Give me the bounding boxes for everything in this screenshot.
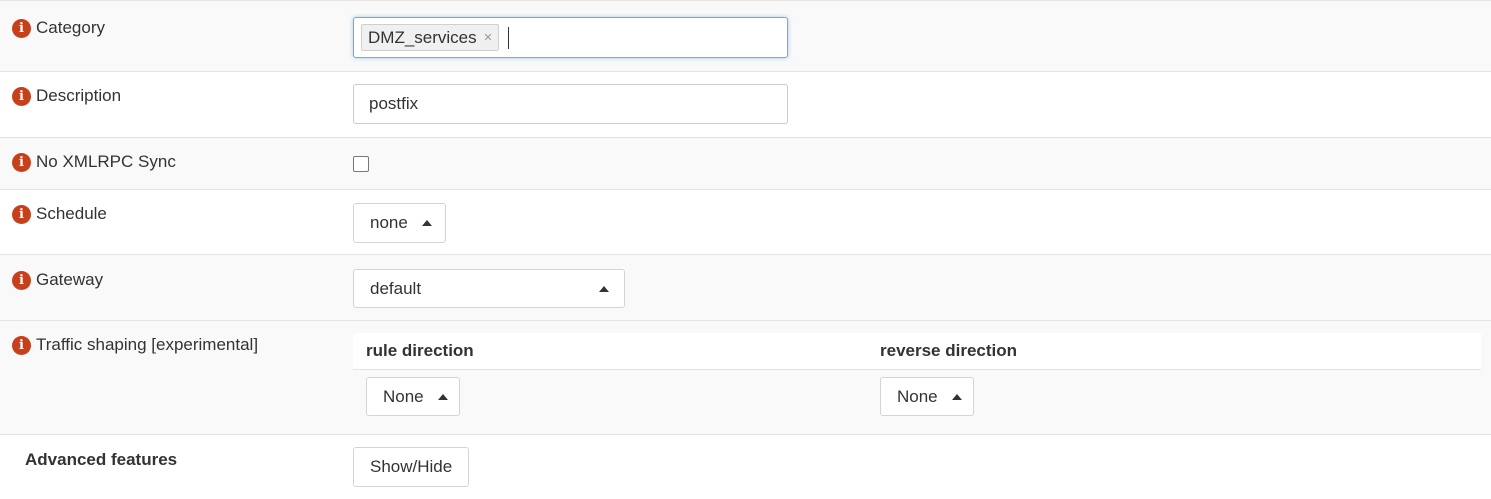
traffic-shaping-body: None None	[353, 370, 1481, 430]
schedule-label: i Schedule	[12, 204, 107, 224]
caret-up-icon	[437, 393, 448, 400]
rule-direction-select[interactable]: None	[366, 377, 460, 416]
info-icon[interactable]: i	[12, 86, 31, 106]
description-label-text: Description	[36, 86, 122, 105]
caret-up-icon	[599, 285, 609, 292]
gateway-selected-value: default	[370, 278, 422, 298]
category-control: DMZ_services ×	[353, 17, 788, 58]
category-label-text: Category	[36, 18, 105, 37]
schedule-selected-value: none	[370, 213, 408, 232]
advanced-features-label: Advanced features	[25, 450, 178, 469]
gateway-label: i Gateway	[12, 270, 103, 290]
no-xmlrpc-sync-label: i No XMLRPC Sync	[12, 152, 176, 172]
reverse-direction-selected-value: None	[897, 386, 938, 406]
info-icon[interactable]: i	[12, 204, 31, 224]
info-icon[interactable]: i	[12, 270, 31, 290]
traffic-shaping-table: rule direction reverse direction None No…	[353, 333, 1481, 430]
description-value: postfix	[369, 94, 419, 113]
rule-direction-header: rule direction	[366, 341, 474, 360]
schedule-control: none	[353, 203, 446, 243]
traffic-shaping-label: i Traffic shaping [experimental]	[12, 335, 258, 355]
description-input[interactable]: postfix	[353, 84, 788, 124]
category-tag: DMZ_services ×	[361, 24, 500, 51]
close-icon[interactable]: ×	[484, 29, 493, 46]
traffic-shaping-header: rule direction reverse direction	[353, 333, 1481, 370]
firewall-rule-form: i Category DMZ_services × i Description …	[0, 0, 1491, 499]
category-tag-label: DMZ_services	[368, 27, 477, 47]
text-cursor	[508, 26, 510, 49]
description-control: postfix	[353, 84, 788, 124]
no-xmlrpc-sync-checkbox[interactable]	[353, 156, 369, 172]
gateway-label-text: Gateway	[36, 270, 104, 289]
info-icon[interactable]: i	[12, 335, 31, 355]
schedule-select[interactable]: none	[353, 203, 446, 243]
gateway-select[interactable]: default	[353, 269, 625, 308]
traffic-shaping-row: i Traffic shaping [experimental] rule di…	[0, 321, 1491, 435]
show-hide-button[interactable]: Show/Hide	[353, 447, 470, 487]
category-row: i Category DMZ_services ×	[0, 1, 1491, 72]
gateway-control: default	[353, 269, 625, 308]
info-icon[interactable]: i	[12, 152, 31, 172]
schedule-label-text: Schedule	[36, 204, 107, 223]
caret-up-icon	[421, 220, 432, 226]
advanced-features-control: Show/Hide	[353, 447, 470, 487]
no-xmlrpc-sync-label-text: No XMLRPC Sync	[36, 152, 176, 171]
caret-up-icon	[951, 393, 962, 400]
no-xmlrpc-sync-row: i No XMLRPC Sync	[0, 138, 1491, 190]
category-label: i Category	[12, 18, 105, 38]
advanced-features-row: Advanced features Show/Hide	[0, 435, 1491, 499]
no-xmlrpc-sync-control	[353, 156, 369, 172]
traffic-shaping-label-text: Traffic shaping [experimental]	[36, 335, 259, 354]
reverse-direction-header: reverse direction	[880, 341, 1018, 360]
info-icon[interactable]: i	[12, 18, 31, 38]
rule-direction-selected-value: None	[383, 386, 424, 406]
description-label: i Description	[12, 86, 121, 106]
gateway-row: i Gateway default	[0, 255, 1491, 321]
category-tag-input[interactable]: DMZ_services ×	[353, 17, 788, 58]
schedule-row: i Schedule none	[0, 190, 1491, 255]
description-row: i Description postfix	[0, 72, 1491, 138]
reverse-direction-select[interactable]: None	[880, 377, 974, 416]
